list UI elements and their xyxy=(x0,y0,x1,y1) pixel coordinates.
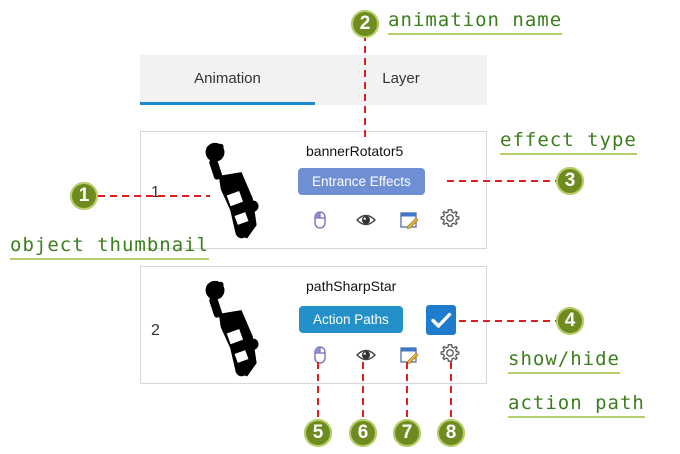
callout-badge: 5 xyxy=(304,419,332,447)
callout-badge: 8 xyxy=(437,419,465,447)
callout-object-thumbnail: object thumbnail xyxy=(10,234,210,260)
callout-show-hide: show/hide xyxy=(508,348,620,374)
callout-badge: 4 xyxy=(556,307,584,335)
callout-action-path: action path xyxy=(508,392,645,418)
callout-lines xyxy=(98,34,556,418)
callout-effect-type: effect type xyxy=(500,129,637,155)
callout-badge: 6 xyxy=(349,419,377,447)
callout-badge: 7 xyxy=(393,419,421,447)
callout-badge: 3 xyxy=(556,167,584,195)
callout-animation-name: animation name xyxy=(388,9,563,35)
callout-badge: 2 xyxy=(351,10,379,38)
callout-badge: 1 xyxy=(70,182,98,210)
